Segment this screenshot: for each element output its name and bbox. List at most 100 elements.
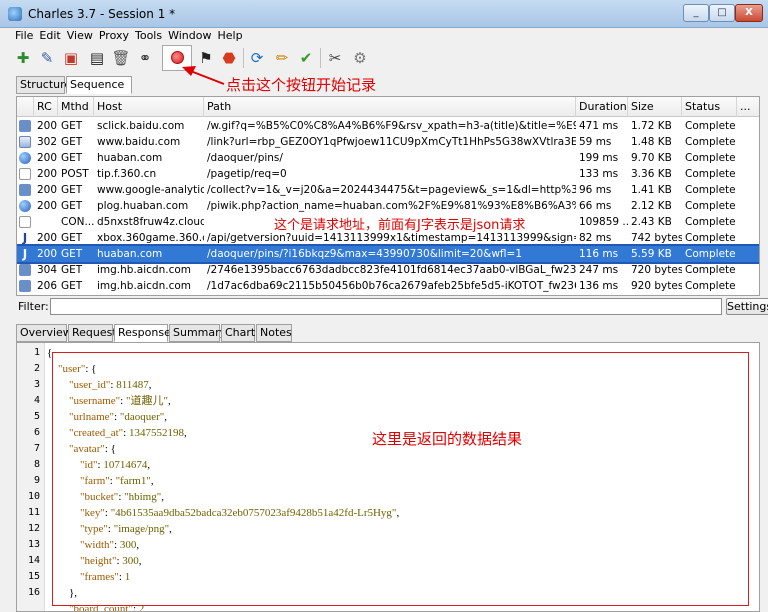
- column-rc[interactable]: RC: [34, 97, 58, 117]
- trash-icon[interactable]: 🗑: [110, 47, 132, 69]
- cell-status: Complete: [685, 184, 736, 196]
- column-method[interactable]: Mthd: [58, 97, 94, 117]
- race-flag-icon[interactable]: ⚑: [195, 47, 217, 69]
- charles-app-icon: [8, 7, 22, 21]
- tab-response[interactable]: Response: [114, 324, 171, 342]
- record-button[interactable]: [162, 45, 192, 71]
- edit-icon[interactable]: ✎: [36, 47, 58, 69]
- cell-rc: 200: [37, 232, 58, 244]
- tab-structure[interactable]: Structure: [16, 76, 71, 94]
- table-row[interactable]: J 200 GET huaban.com/daoquer/pins/?i16bkqz9…: [17, 244, 759, 264]
- cell-rc: 302: [37, 136, 58, 148]
- line-number: 1: [33, 347, 40, 358]
- line-number: 3: [33, 379, 40, 390]
- table-row[interactable]: 200 POST tip.f.360.cn/pagetip/req=0 133 ms 3…: [17, 166, 759, 182]
- cell-rc: 206: [37, 280, 58, 292]
- cell-path: /1d7ac6dba69c2115b50456b0b76ca2679afeb25…: [207, 280, 576, 292]
- table-row[interactable]: 200 GET huaban.com/daoquer/pins/199 ms 9.70…: [17, 150, 759, 166]
- minimize-button[interactable]: _: [683, 4, 709, 22]
- result-highlight-box: [52, 352, 749, 606]
- table-row[interactable]: 302 GET www.baidu.com/link?url=rbp_GEZ0OY1…: [17, 134, 759, 150]
- tab-request[interactable]: Request: [68, 324, 117, 342]
- cell-host: img.hb.aicdn.com: [97, 264, 192, 276]
- cell-rc: 200: [37, 200, 58, 212]
- menu-help[interactable]: Help: [214, 28, 245, 44]
- gear-icon[interactable]: ⚙: [349, 47, 371, 69]
- settings-button[interactable]: Settings: [726, 298, 768, 315]
- cell-status: Complete: [685, 280, 736, 292]
- toolbar-separator: [243, 48, 244, 68]
- column-more[interactable]: ...: [737, 97, 759, 117]
- cell-path: /collect?v=1&_v=j20&a=2024434475&t=pagev…: [207, 184, 576, 196]
- table-row[interactable]: 200GET www.google-analytic.../collect?v=1…: [17, 182, 759, 198]
- line-number: 12: [27, 523, 40, 534]
- menu-file[interactable]: File: [12, 28, 36, 44]
- cell-host: huaban.com: [97, 248, 163, 260]
- line-number: 15: [27, 571, 40, 582]
- cell-method: CON...: [61, 216, 94, 228]
- tab-notes[interactable]: Notes: [256, 324, 292, 342]
- table-row[interactable]: 206 GET img.hb.aicdn.com/1d7ac6dba69c2115b…: [17, 278, 759, 294]
- refresh-icon[interactable]: ⟳: [246, 47, 268, 69]
- column-duration[interactable]: Duration: [576, 97, 628, 117]
- tab-summary[interactable]: Summary: [169, 324, 226, 342]
- cell-duration: 66 ms: [579, 200, 612, 212]
- cell-method: GET: [61, 152, 83, 164]
- table-row[interactable]: 200 GET sclick.baidu.com/w.gif?q=%B5%C0%C8…: [17, 118, 759, 134]
- pencil-icon[interactable]: ✏: [271, 47, 293, 69]
- cell-size: 1.41 KB: [631, 184, 672, 196]
- tools-icon[interactable]: ✂: [324, 47, 346, 69]
- binoculars-icon[interactable]: ⚭: [134, 47, 156, 69]
- record-icon: [171, 51, 184, 64]
- cell-duration: 82 ms: [579, 232, 612, 244]
- tab-chart[interactable]: Chart: [221, 324, 255, 342]
- stop-icon[interactable]: ⬣: [218, 47, 240, 69]
- window-title: Charles 3.7 - Session 1 *: [28, 7, 176, 21]
- result-annotation: 这里是返回的数据结果: [372, 430, 523, 448]
- cell-duration: 96 ms: [579, 184, 612, 196]
- maximize-button[interactable]: □: [709, 4, 735, 22]
- cell-path: /w.gif?q=%B5%C0%C8%A4%B6%F9&rsv_xpath=h3…: [207, 120, 576, 132]
- filter-bar: Filter: Settings: [16, 298, 768, 316]
- globe-type-icon: [19, 152, 31, 164]
- save-icon[interactable]: ▤: [86, 47, 108, 69]
- cell-method: POST: [61, 168, 89, 180]
- line-number: 4: [33, 395, 40, 406]
- line-number: 7: [33, 443, 40, 454]
- column-status[interactable]: Status: [682, 97, 737, 117]
- filter-input[interactable]: [50, 298, 722, 315]
- cell-size: 2.43 KB: [631, 216, 672, 228]
- import-icon[interactable]: ▣: [60, 47, 82, 69]
- cell-host: www.baidu.com: [97, 136, 181, 148]
- tab-overview[interactable]: Overview: [16, 324, 72, 342]
- column-host[interactable]: Host: [94, 97, 204, 117]
- cell-duration: 109859 ...: [579, 216, 628, 228]
- line-number: 14: [27, 555, 40, 566]
- menu-proxy[interactable]: Proxy: [96, 28, 132, 44]
- cell-duration: 59 ms: [579, 136, 612, 148]
- table-row[interactable]: 200 GET plog.huaban.com/piwik.php?action_n…: [17, 198, 759, 214]
- cell-status: Complete: [685, 136, 736, 148]
- cell-status: Complete: [685, 216, 736, 228]
- pane-splitter[interactable]: [16, 318, 760, 322]
- column-path[interactable]: Path: [204, 97, 576, 117]
- cell-rc: 304: [37, 264, 58, 276]
- close-button[interactable]: X: [735, 4, 763, 22]
- check-icon[interactable]: ✔: [295, 47, 317, 69]
- image-type-icon: [19, 264, 31, 276]
- cell-status: Complete: [685, 168, 736, 180]
- menu-view[interactable]: View: [64, 28, 96, 44]
- menu-tools[interactable]: Tools: [132, 28, 165, 44]
- cell-duration: 116 ms: [579, 248, 619, 260]
- menu-edit[interactable]: Edit: [36, 28, 63, 44]
- clear-icon[interactable]: ✚: [12, 47, 34, 69]
- column-size[interactable]: Size: [628, 97, 682, 117]
- menu-window[interactable]: Window: [165, 28, 214, 44]
- line-number: 5: [33, 411, 40, 422]
- cell-host: img.hb.aicdn.com: [97, 280, 192, 292]
- line-number: 13: [27, 539, 40, 550]
- request-annotation: 这个是请求地址，前面有J字表示是json请求: [274, 218, 526, 233]
- tab-sequence[interactable]: Sequence: [66, 76, 132, 94]
- table-row[interactable]: 304 GET img.hb.aicdn.com/2746e1395bacc6763…: [17, 262, 759, 278]
- cell-size: 1.72 KB: [631, 120, 672, 132]
